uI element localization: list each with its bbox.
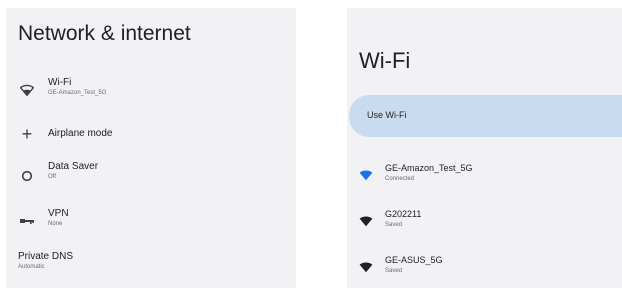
wifi-network-status: Connected xyxy=(385,176,415,182)
wifi-signal-icon xyxy=(359,168,375,182)
wifi-network-name: G202211 xyxy=(385,209,422,219)
wifi-panel: Wi-Fi Use Wi-Fi GE-Amazon_Test_5G Connec… xyxy=(347,8,622,288)
page-title: Wi-Fi xyxy=(359,48,411,73)
network-item-summary: Off xyxy=(48,174,56,180)
data-saver-icon xyxy=(18,167,36,185)
wifi-network-row[interactable]: GE-Amazon_Test_5G Connected xyxy=(347,160,622,198)
wifi-network-row[interactable]: GE-ASUS_5G Saved xyxy=(347,252,622,288)
network-item-wifi[interactable]: Wi-Fi GE-Amazon_Test_5G xyxy=(6,74,296,110)
airplane-icon: + xyxy=(21,123,33,144)
wifi-icon xyxy=(18,81,36,99)
network-item-airplane-mode[interactable]: + Airplane mode xyxy=(6,116,296,152)
wifi-network-name: GE-Amazon_Test_5G xyxy=(385,163,473,173)
network-item-vpn[interactable]: VPN None xyxy=(6,204,296,240)
network-item-data-saver[interactable]: Data Saver Off xyxy=(6,158,296,194)
network-item-label: VPN xyxy=(48,208,69,219)
network-item-label: Wi-Fi xyxy=(48,77,72,88)
network-item-summary: GE-Amazon_Test_5G xyxy=(48,90,107,96)
vpn-icon xyxy=(18,212,36,230)
wifi-network-name: GE-ASUS_5G xyxy=(385,255,443,265)
wifi-network-status: Saved xyxy=(385,222,403,228)
wifi-signal-icon xyxy=(359,214,375,228)
network-item-summary: None xyxy=(48,221,63,227)
network-internet-panel: Network & internet Wi-Fi GE-Amazon_Test_… xyxy=(6,8,296,288)
network-item-label: Airplane mode xyxy=(48,128,113,139)
use-wifi-toggle[interactable]: Use Wi-Fi xyxy=(349,95,622,137)
wifi-signal-icon xyxy=(359,260,375,274)
network-item-summary: Automatic xyxy=(18,264,45,270)
network-item-label: Data Saver xyxy=(48,161,99,172)
page-title: Network & internet xyxy=(18,22,191,45)
network-item-private-dns[interactable]: Private DNS Automatic xyxy=(6,248,296,284)
use-wifi-label: Use Wi-Fi xyxy=(367,110,407,120)
network-item-label: Private DNS xyxy=(18,251,74,262)
wifi-network-status: Saved xyxy=(385,268,403,274)
wifi-network-row[interactable]: G202211 Saved xyxy=(347,206,622,244)
